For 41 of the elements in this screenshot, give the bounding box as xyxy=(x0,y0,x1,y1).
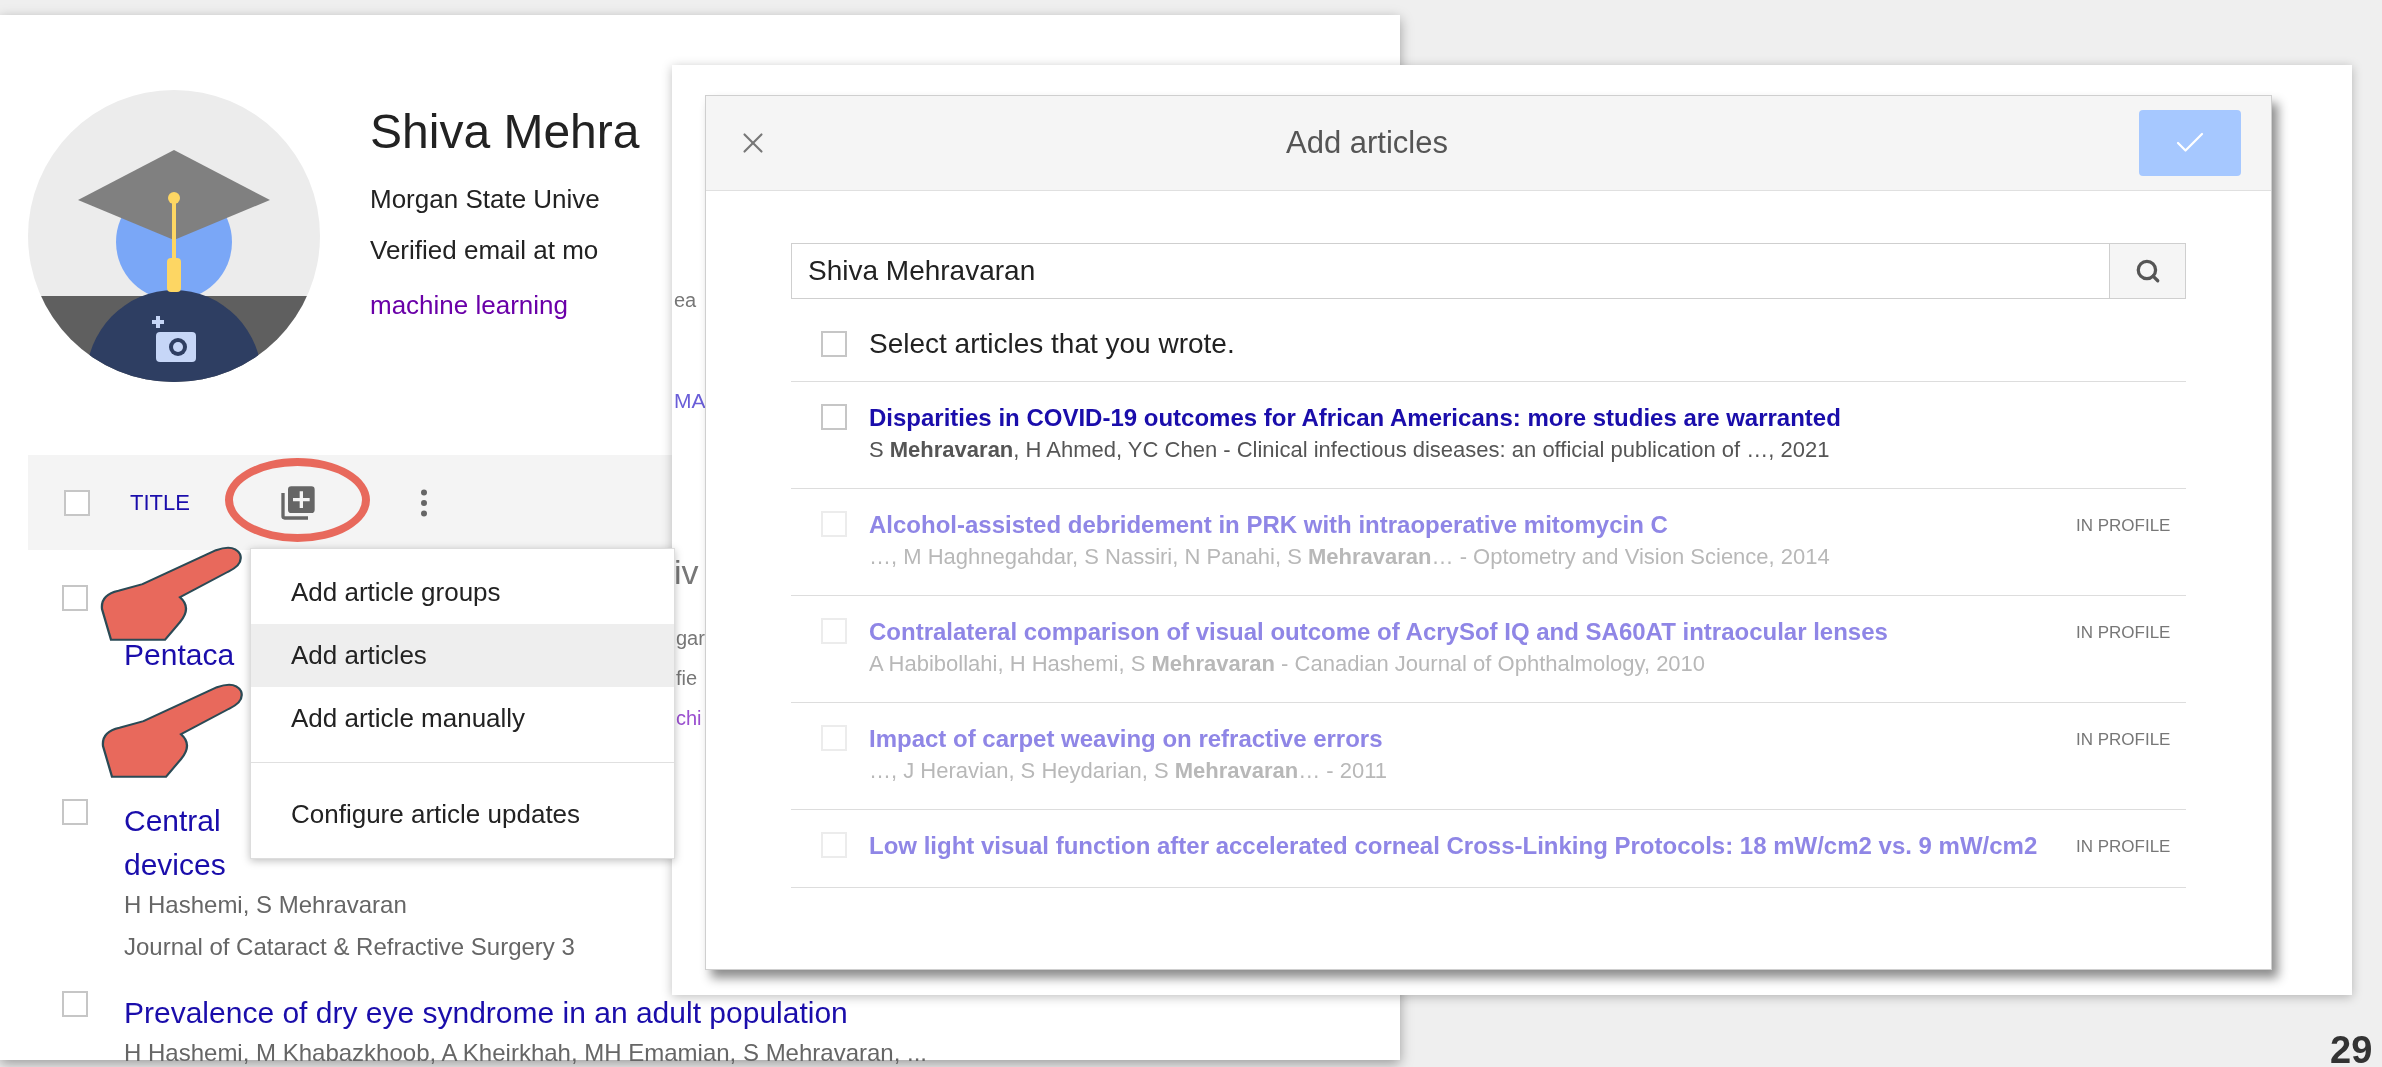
title-sort-link[interactable]: TITLE xyxy=(130,486,190,519)
search-button[interactable] xyxy=(2110,243,2186,299)
in-profile-label: IN PROFILE xyxy=(2076,836,2172,858)
select-all-label: Select articles that you wrote. xyxy=(869,327,1235,361)
checkbox[interactable] xyxy=(64,489,90,516)
checkbox[interactable] xyxy=(62,585,88,611)
in-profile-label: IN PROFILE xyxy=(2076,515,2172,537)
checkbox[interactable] xyxy=(62,799,88,825)
partial-text: ea xyxy=(674,290,697,310)
partial-text: gar xyxy=(676,628,705,648)
menu-item[interactable]: Configure article updates xyxy=(251,783,674,846)
article-authors: H Hashemi, M Khabazkhoob, A Kheirkhah, MH Emamian, S Mehravaran, ... xyxy=(124,1038,928,1067)
partial-text: fie xyxy=(676,668,698,688)
verified-email: Verified email at mo xyxy=(370,234,600,267)
checkbox[interactable] xyxy=(62,991,88,1017)
profile-name: Shiva Mehra xyxy=(370,104,640,160)
article-venue: Journal of Cataract & Refractive Surgery 3 xyxy=(124,932,575,962)
result-authors: …, J Heravian, S Heydarian, S Mehravaran… - 2011 xyxy=(869,757,1389,785)
menu-item[interactable]: Add article groups xyxy=(251,561,674,624)
checkbox[interactable] xyxy=(821,404,847,430)
menu-item[interactable]: Add articles xyxy=(251,624,674,687)
search-icon xyxy=(2134,258,2161,284)
in-profile-label: IN PROFILE xyxy=(2076,622,2172,644)
checkbox[interactable] xyxy=(821,331,847,357)
slide-number: 29 xyxy=(2330,1028,2373,1067)
search-field[interactable]: Shiva Mehravaran xyxy=(791,243,2110,299)
in-profile-label: IN PROFILE xyxy=(2076,729,2172,751)
article-title-link[interactable]: Pentaca xyxy=(124,633,235,677)
dialog-title: Add articles xyxy=(1286,123,1448,162)
partial-text: chi xyxy=(676,708,702,728)
result-authors: A Habibollahi, H Hashemi, S Mehravaran - Canadian Journal of Ophthalmology, 2010 xyxy=(869,650,1707,678)
result-title-link[interactable]: Disparities in COVID-19 outcomes for African Americans: more studies are warranted xyxy=(869,402,2054,434)
article-title-link[interactable]: Prevalence of dry eye syndrome in an adult population xyxy=(124,991,928,1035)
interest-link[interactable]: machine learning xyxy=(370,286,640,325)
article-authors: H Hashemi, S Mehravaran xyxy=(124,890,408,920)
partial-text: iv xyxy=(674,555,699,589)
affiliation: Morgan State Unive xyxy=(370,183,601,216)
result-authors: S Mehravaran, H Ahmed, YC Chen - Clinical infectious diseases: an official publication of …, 2021 xyxy=(869,436,1831,464)
partial-text: MA xyxy=(674,390,706,411)
result-authors: …, M Haghnegahdar, S Nassiri, N Panahi, S Mehravaran… - Optometry and Vision Science, 2014 xyxy=(869,543,1831,571)
menu-item[interactable]: Add article manually xyxy=(251,687,674,750)
